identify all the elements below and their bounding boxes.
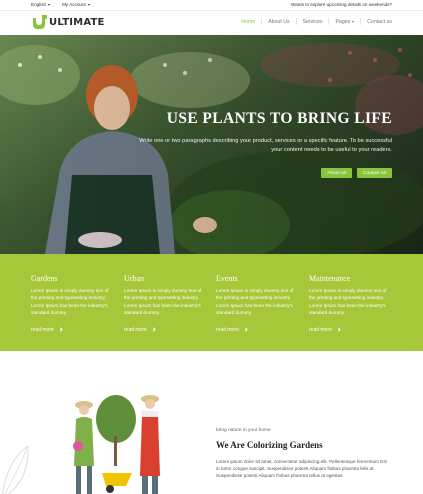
about-us-button[interactable]: About us [321, 168, 353, 178]
nav-divider [261, 18, 263, 25]
language-dropdown[interactable]: English [31, 2, 50, 7]
read-more-link[interactable]: read more [124, 327, 204, 333]
nav-about-us[interactable]: About Us [268, 19, 289, 25]
top-bar: English My Account Wants to explore upco… [0, 0, 423, 11]
feature-text: Lorem Ipsum is simply dummy text of the … [309, 288, 387, 316]
feature-card: Urban Lorem Ipsum is simply dummy text o… [124, 274, 204, 333]
read-more-link[interactable]: read more [309, 327, 389, 333]
section-eyebrow: bring nature in your home [216, 428, 271, 433]
nav-divider [295, 18, 297, 25]
nav-contact-us[interactable]: Contact us [367, 19, 392, 25]
account-dropdown[interactable]: My Account [62, 2, 90, 7]
chevron-right-icon [243, 327, 248, 332]
leaf-decoration-icon [2, 445, 29, 494]
hero-buttons: About us Contact us [321, 168, 392, 178]
chevron-right-icon [336, 327, 341, 332]
chevron-right-icon [151, 327, 156, 332]
feature-title: Maintenance [309, 274, 351, 283]
read-more-label: read more [216, 326, 239, 333]
hero-section: USE PLANTS TO BRING LIFE Write one or tw… [0, 35, 423, 254]
nav-divider [328, 18, 330, 25]
read-more-label: read more [31, 326, 54, 333]
feature-title: Urban [124, 274, 144, 283]
nav-home[interactable]: Home [241, 19, 255, 25]
nav-divider [360, 18, 362, 25]
main-nav: Home About Us Services Pages Contact us [241, 18, 392, 25]
features-band: Gardens Lorem Ipsum is simply dummy text… [0, 254, 423, 351]
read-more-link[interactable]: read more [31, 327, 111, 333]
nav-pages[interactable]: Pages [335, 19, 354, 25]
hero-subtitle: Write one or two paragraphs describing y… [139, 138, 392, 153]
logo[interactable]: ULTIMATE [32, 15, 105, 29]
read-more-label: read more [124, 326, 147, 333]
about-section: bring nature in your home We Are Coloriz… [0, 351, 423, 494]
gardeners-image [73, 395, 160, 494]
logo-icon [32, 15, 47, 29]
feature-card: Gardens Lorem Ipsum is simply dummy text… [31, 274, 111, 333]
feature-text: Lorem Ipsum is simply dummy text of the … [124, 288, 202, 316]
section-text: Lorem ipsum dolor sit amet, consectetur … [216, 459, 387, 478]
feature-text: Lorem Ipsum is simply dummy text of the … [31, 288, 109, 316]
top-notice[interactable]: Wants to explore upcoming details on wee… [291, 2, 392, 7]
section-heading: We Are Colorizing Gardens [216, 440, 323, 450]
contact-us-button[interactable]: Contact us [357, 168, 392, 178]
read-more-label: read more [309, 326, 332, 333]
feature-title: Gardens [31, 274, 58, 283]
nav-services[interactable]: Services [303, 19, 323, 25]
brand-name: ULTIMATE [49, 16, 105, 28]
site-header: ULTIMATE Home About Us Services Pages Co… [0, 11, 423, 35]
hero-title: USE PLANTS TO BRING LIFE [166, 110, 392, 127]
feature-text: Lorem Ipsum is simply dummy text of the … [216, 288, 294, 316]
feature-card: Maintenance Lorem Ipsum is simply dummy … [309, 274, 389, 333]
feature-card: Events Lorem Ipsum is simply dummy text … [216, 274, 296, 333]
feature-title: Events [216, 274, 238, 283]
read-more-link[interactable]: read more [216, 327, 296, 333]
chevron-right-icon [58, 327, 63, 332]
